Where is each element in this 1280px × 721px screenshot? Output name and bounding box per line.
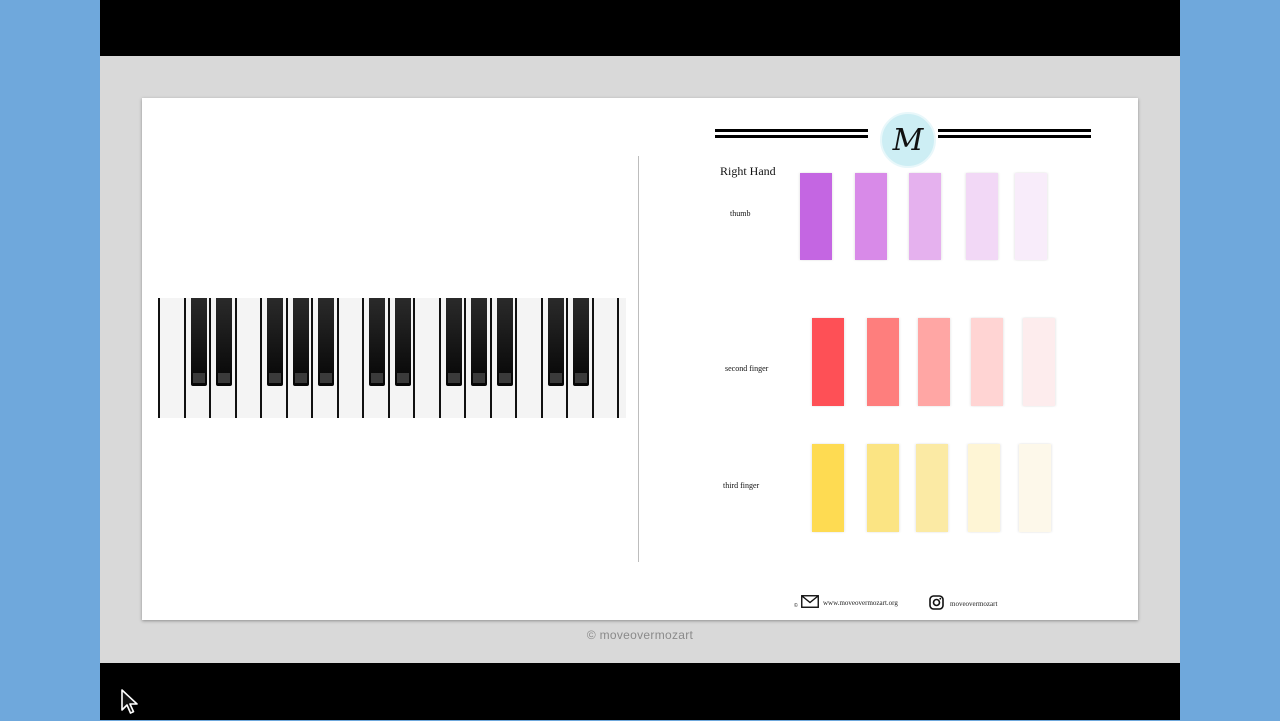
black-key <box>471 298 487 386</box>
black-key <box>496 298 513 386</box>
footer-instagram: moveovermozart <box>929 595 997 612</box>
color-swatch <box>1023 318 1055 406</box>
black-key <box>573 298 589 386</box>
header-rule-left-top <box>715 129 868 132</box>
black-key <box>292 298 309 386</box>
color-swatch <box>916 444 948 532</box>
brand-logo: M <box>880 112 936 168</box>
black-key <box>394 298 411 386</box>
white-key-edge <box>362 298 364 418</box>
header-rule-right-bottom <box>938 135 1091 138</box>
color-swatch <box>812 318 844 406</box>
white-key-edge <box>617 298 619 418</box>
row-label-thumb: thumb <box>730 209 751 218</box>
row-label-third-finger: third finger <box>723 481 760 490</box>
black-key <box>369 298 385 386</box>
instagram-icon <box>929 595 944 612</box>
color-swatch <box>918 318 950 406</box>
video-frame: M Right Hand thumb second finger third f… <box>100 0 1180 720</box>
instagram-handle: moveovermozart <box>950 599 998 608</box>
white-key-edge <box>183 298 186 418</box>
copyright-mark: © <box>794 603 798 609</box>
mail-icon <box>801 595 819 610</box>
color-swatch <box>867 444 899 532</box>
header-rule-left-bottom <box>715 135 868 138</box>
black-key <box>216 298 232 386</box>
color-swatch <box>968 444 1000 532</box>
white-key-edge <box>336 298 339 418</box>
black-key <box>190 298 207 386</box>
black-key <box>318 298 334 386</box>
white-key-edge <box>438 298 441 418</box>
white-key-edge <box>311 298 313 418</box>
white-key-edge <box>234 298 237 418</box>
mouse-cursor-icon <box>120 688 140 721</box>
row-label-second-finger: second finger <box>725 364 769 373</box>
page-divider <box>638 156 639 562</box>
piano-keyboard-image <box>158 298 626 418</box>
page-title: Right Hand <box>720 164 776 178</box>
white-key-edge <box>209 298 211 418</box>
color-swatch <box>812 444 844 532</box>
white-key-edge <box>387 298 390 418</box>
white-key-edge <box>540 298 543 418</box>
website-text: www.moveovermozart.org <box>823 598 898 607</box>
white-key-edge <box>464 298 466 418</box>
black-key <box>445 298 462 386</box>
header-rule-right-top <box>938 129 1091 132</box>
color-swatch <box>855 173 887 260</box>
document-viewer: M Right Hand thumb second finger third f… <box>100 56 1180 663</box>
color-swatch <box>1019 444 1051 532</box>
white-key-edge <box>515 298 517 418</box>
color-swatch <box>1015 173 1047 260</box>
white-key-edge <box>260 298 262 418</box>
color-swatch <box>971 318 1003 406</box>
worksheet-page: M Right Hand thumb second finger third f… <box>142 98 1138 620</box>
color-swatch <box>909 173 941 260</box>
footer-website: www.moveovermozart.org <box>801 595 898 610</box>
color-swatch <box>966 173 998 260</box>
watermark-caption: © moveovermozart <box>586 628 694 642</box>
color-swatch <box>867 318 899 406</box>
white-key-edge <box>285 298 288 418</box>
black-key <box>547 298 564 386</box>
white-key-edge <box>591 298 594 418</box>
white-key-edge <box>566 298 568 418</box>
black-key <box>267 298 283 386</box>
white-key-edge <box>413 298 415 418</box>
color-swatch <box>800 173 832 260</box>
white-key-edge <box>489 298 492 418</box>
white-key-edge <box>158 298 160 418</box>
